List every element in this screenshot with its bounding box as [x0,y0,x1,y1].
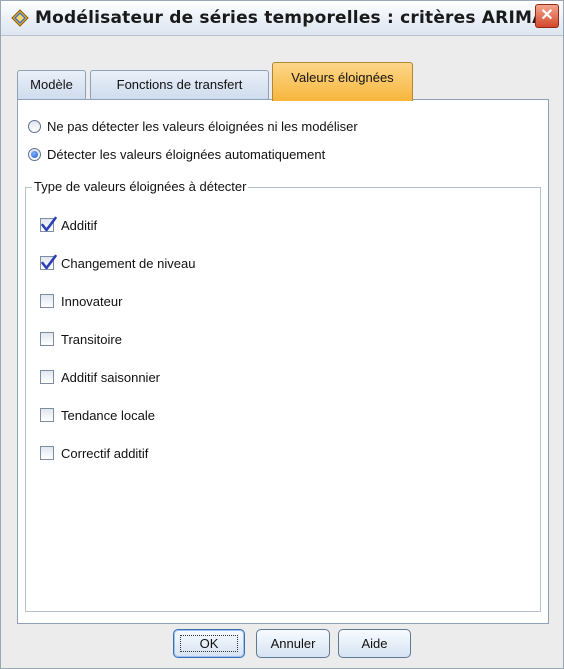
checkbox-label: Innovateur [61,293,123,309]
dialog-window: Modélisateur de séries temporelles : cri… [0,0,564,669]
checkbox-label: Correctif additif [61,445,149,461]
group-legend: Type de valeurs éloignées à détecter [32,179,249,194]
checkbox-transitoire[interactable]: Transitoire [40,330,122,348]
checkbox-correctif-additif[interactable]: Correctif additif [40,444,148,462]
check-mark-icon [41,216,57,232]
tab-valeurs-eloignees[interactable]: Valeurs éloignées [272,62,413,101]
outlier-type-group: Type de valeurs éloignées à détecter Add… [25,179,541,612]
app-diamond-icon [11,9,29,27]
tab-modele[interactable]: Modèle [17,70,86,99]
window-title: Modélisateur de séries temporelles : cri… [35,8,546,28]
checkbox-additif-saisonnier[interactable]: Additif saisonnier [40,368,160,386]
checkbox-label: Transitoire [61,331,122,347]
checkbox-additif[interactable]: Additif [40,216,97,234]
checkbox-tendance-locale[interactable]: Tendance locale [40,406,155,424]
radio-label: Détecter les valeurs éloignées automatiq… [47,146,326,162]
tab-fonctions-de-transfert[interactable]: Fonctions de transfert [90,70,269,99]
checkbox[interactable] [40,216,57,232]
title-bar[interactable]: Modélisateur de séries temporelles : cri… [1,1,563,36]
checkbox-label: Additif [61,217,98,233]
tab-label: Valeurs éloignées [291,70,394,85]
cancel-button[interactable]: Annuler [256,629,330,658]
tab-label: Fonctions de transfert [116,77,243,92]
radio-label: Ne pas détecter les valeurs éloignées ni… [47,118,358,134]
ok-button[interactable]: OK [173,629,245,658]
radio-button[interactable] [28,119,41,133]
checkbox-label: Additif saisonnier [61,369,160,385]
radio-no-detection[interactable]: Ne pas détecter les valeurs éloignées ni… [28,117,358,135]
help-button[interactable]: Aide [338,629,411,658]
checkbox[interactable] [40,332,54,346]
checkbox[interactable] [40,370,54,384]
checkbox[interactable] [40,408,54,422]
checkbox-label: Tendance locale [61,407,155,423]
tab-label: Modèle [30,77,73,92]
checkbox[interactable] [40,446,54,460]
checkbox[interactable] [40,254,57,270]
radio-auto-detection[interactable]: Détecter les valeurs éloignées automatiq… [28,145,325,163]
close-icon: ✕ [540,7,554,24]
help-label: Aide [361,636,388,651]
tab-panel: Ne pas détecter les valeurs éloignées ni… [17,99,549,624]
radio-button-selected[interactable] [28,147,41,161]
cancel-label: Annuler [270,636,316,651]
check-mark-icon [41,254,57,270]
checkbox-changement-de-niveau[interactable]: Changement de niveau [40,254,195,272]
checkbox[interactable] [40,294,54,308]
close-button[interactable]: ✕ [535,4,559,28]
focus-rectangle [180,635,238,652]
checkbox-label: Changement de niveau [61,255,196,271]
checkbox-innovateur[interactable]: Innovateur [40,292,122,310]
